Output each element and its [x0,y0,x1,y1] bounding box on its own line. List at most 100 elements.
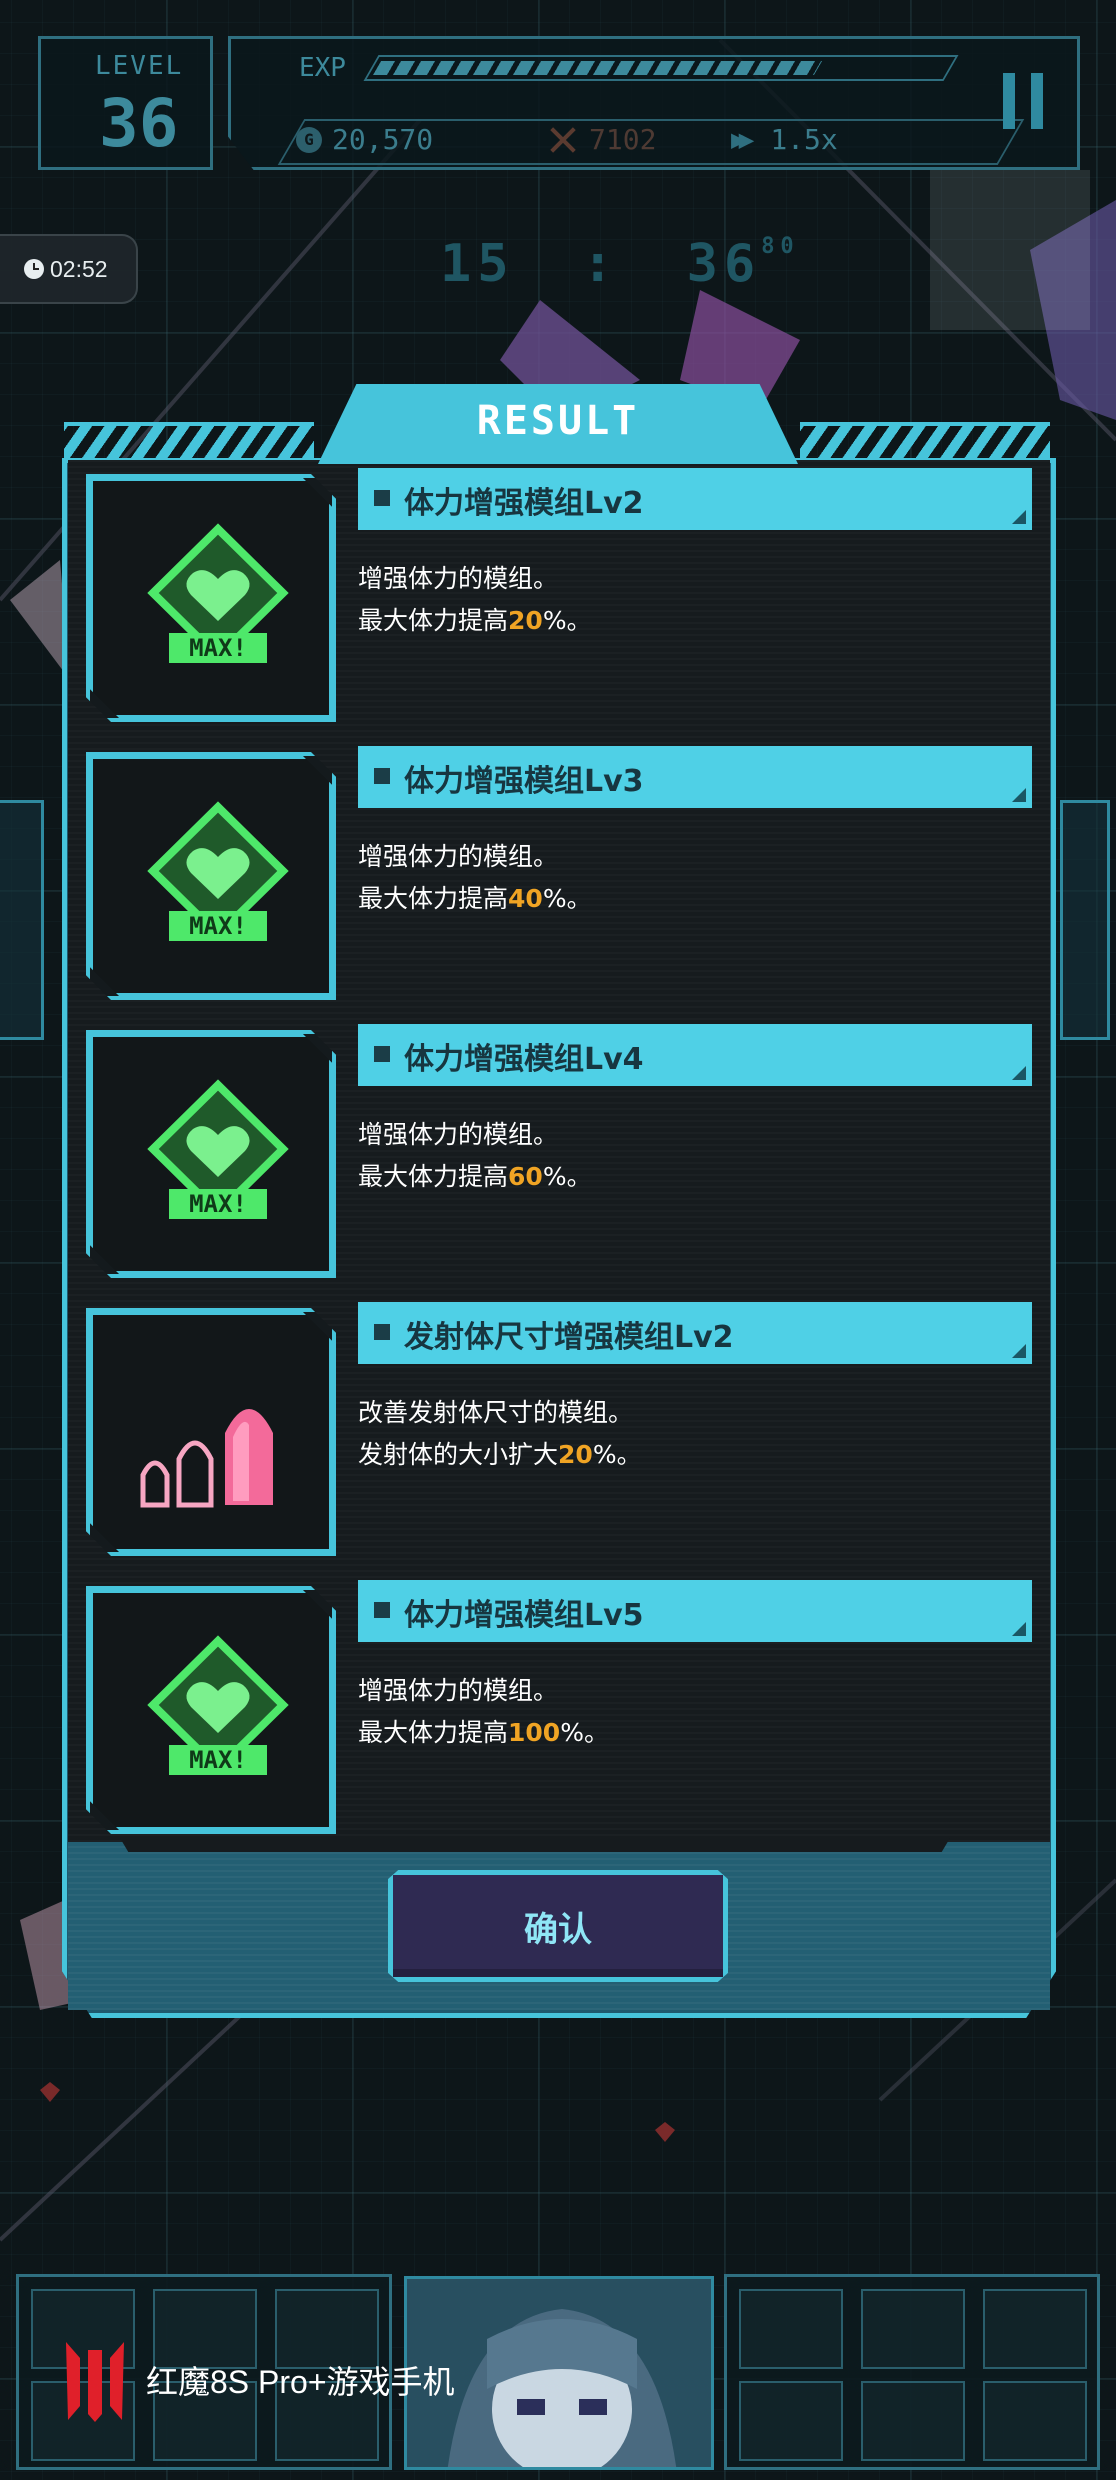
module-desc-prefix: 最大体力提高 [358,1718,509,1747]
side-panel-right [1060,800,1110,1040]
pause-button[interactable] [1003,73,1043,129]
module-icon-frame-inner: MAX! [90,1590,332,1830]
module-item: MAX! 体力增强模组Lv4 增强体力的模组。 最大体力提高60%。 [86,1024,1036,1282]
module-icon-frame-inner: MAX! [90,756,332,996]
bullet-size-icon [140,1409,273,1508]
module-description: 增强体力的模组。 最大体力提高100%。 [358,1670,609,1754]
gold-value: 20,570 [332,123,434,156]
module-icon-frame-inner: MAX! [90,1034,332,1274]
heart-max-icon: MAX! [147,523,289,663]
module-desc-value: 60 [508,1162,543,1191]
module-item: 发射体尺寸增强模组Lv2 改善发射体尺寸的模组。 发射体的大小扩大20%。 [86,1302,1036,1560]
module-description: 改善发射体尺寸的模组。 发射体的大小扩大20%。 [358,1392,642,1476]
speed-stat[interactable]: ▶▶ 1.5x [731,123,838,156]
max-badge-text: MAX! [189,1746,247,1774]
game-clock-fraction: 80 [761,234,800,259]
result-title: RESULT [476,398,640,444]
module-desc-prefix: 最大体力提高 [358,884,509,913]
header-bullet-icon [374,1602,390,1618]
module-desc-suffix: %。 [542,1162,592,1191]
side-panel-left [0,800,44,1040]
confirm-button[interactable]: 确认 [388,1870,728,1982]
kills-stat: 7102 [547,123,656,156]
level-label: LEVEL [95,51,184,81]
footer-divider [120,1838,950,1852]
module-desc-suffix: %。 [560,1718,609,1747]
module-desc-line1: 增强体力的模组。 [358,1676,559,1705]
game-clock-separator: : [581,234,620,294]
module-desc-line1: 改善发射体尺寸的模组。 [358,1398,634,1427]
module-slot[interactable] [983,2381,1087,2461]
module-desc-prefix: 最大体力提高 [358,1162,509,1191]
module-desc-prefix: 发射体的大小扩大 [358,1440,559,1469]
game-clock-seconds: 36 [686,234,762,294]
device-watermark-text: 红魔8S Pro+游戏手机 [146,2364,455,2400]
red-magic-logo-icon [66,2342,124,2422]
game-clock: 15 : 3680 [440,234,800,294]
heart-max-icon: MAX! [147,801,289,941]
header-bullet-icon [374,1046,390,1062]
game-clock-minutes: 15 [440,234,515,294]
kills-value: 7102 [589,123,657,156]
max-badge-text: MAX! [189,1190,247,1218]
module-desc-value: 20 [558,1440,593,1469]
header-bullet-icon [374,490,390,506]
module-description: 增强体力的模组。 最大体力提高60%。 [358,1114,592,1198]
module-header: 发射体尺寸增强模组Lv2 [358,1302,1032,1364]
module-name: 体力增强模组Lv4 [404,1042,644,1077]
crossed-swords-icon [547,126,579,154]
heart-max-icon: MAX! [147,1079,289,1219]
module-desc-suffix: %。 [592,1440,642,1469]
coin-icon: G [296,126,322,153]
module-slot[interactable] [983,2289,1087,2369]
module-icon-frame-inner [90,1312,332,1552]
header-bullet-icon [374,1324,390,1340]
level-value: 36 [99,85,179,162]
session-timer: 02:52 [0,234,138,304]
module-desc-value: 20 [508,606,543,635]
module-item: MAX! 体力增强模组Lv2 增强体力的模组。 最大体力提高20%。 [86,468,1036,726]
session-timer-value: 02:52 [50,255,108,282]
module-name: 体力增强模组Lv2 [404,486,644,521]
module-desc-line1: 增强体力的模组。 [358,1120,559,1149]
module-header: 体力增强模组Lv2 [358,468,1032,530]
module-desc-value: 100 [508,1718,561,1747]
pause-icon [1003,73,1015,129]
heart-max-icon: MAX! [147,1635,289,1775]
exp-label: EXP [299,53,346,83]
module-item: MAX! 体力增强模组Lv5 增强体力的模组。 最大体力提高100%。 [86,1580,1036,1838]
module-desc-suffix: %。 [542,884,592,913]
module-name: 发射体尺寸增强模组Lv2 [404,1320,734,1355]
module-desc-suffix: %。 [542,606,592,635]
exp-bar-fill [372,61,823,75]
module-slot[interactable] [739,2289,843,2369]
speed-value: 1.5x [770,123,838,156]
module-name: 体力增强模组Lv5 [404,1598,644,1633]
module-desc-line1: 增强体力的模组。 [358,842,559,871]
module-header: 体力增强模组Lv5 [358,1580,1032,1642]
header-stripes-right [800,422,1050,458]
module-name: 体力增强模组Lv3 [404,764,644,799]
gold-stat: G 20,570 [296,123,433,156]
max-badge-text: MAX! [189,912,247,940]
module-slot[interactable] [861,2381,965,2461]
module-slot[interactable] [861,2289,965,2369]
module-desc-value: 40 [508,884,543,913]
module-description: 增强体力的模组。 最大体力提高20%。 [358,558,592,642]
device-watermark: 红魔8S Pro+游戏手机 [62,2336,455,2424]
module-slot[interactable] [739,2381,843,2461]
max-badge-text: MAX! [189,634,247,662]
fast-forward-icon: ▶▶ [731,124,754,155]
module-desc-prefix: 最大体力提高 [358,606,509,635]
level-panel: LEVEL 36 [38,36,213,170]
module-desc-line1: 增强体力的模组。 [358,564,559,593]
clock-icon [24,259,44,279]
exp-bar [363,55,959,81]
status-panel: EXP G 20,570 7102 ▶▶ 1.5x [228,36,1080,170]
module-header: 体力增强模组Lv3 [358,746,1032,808]
header-bullet-icon [374,768,390,784]
module-icon-frame-inner: MAX! [90,478,332,718]
module-item: MAX! 体力增强模组Lv3 增强体力的模组。 最大体力提高40%。 [86,746,1036,1004]
module-slots-panel [724,2274,1100,2470]
module-header: 体力增强模组Lv4 [358,1024,1032,1086]
